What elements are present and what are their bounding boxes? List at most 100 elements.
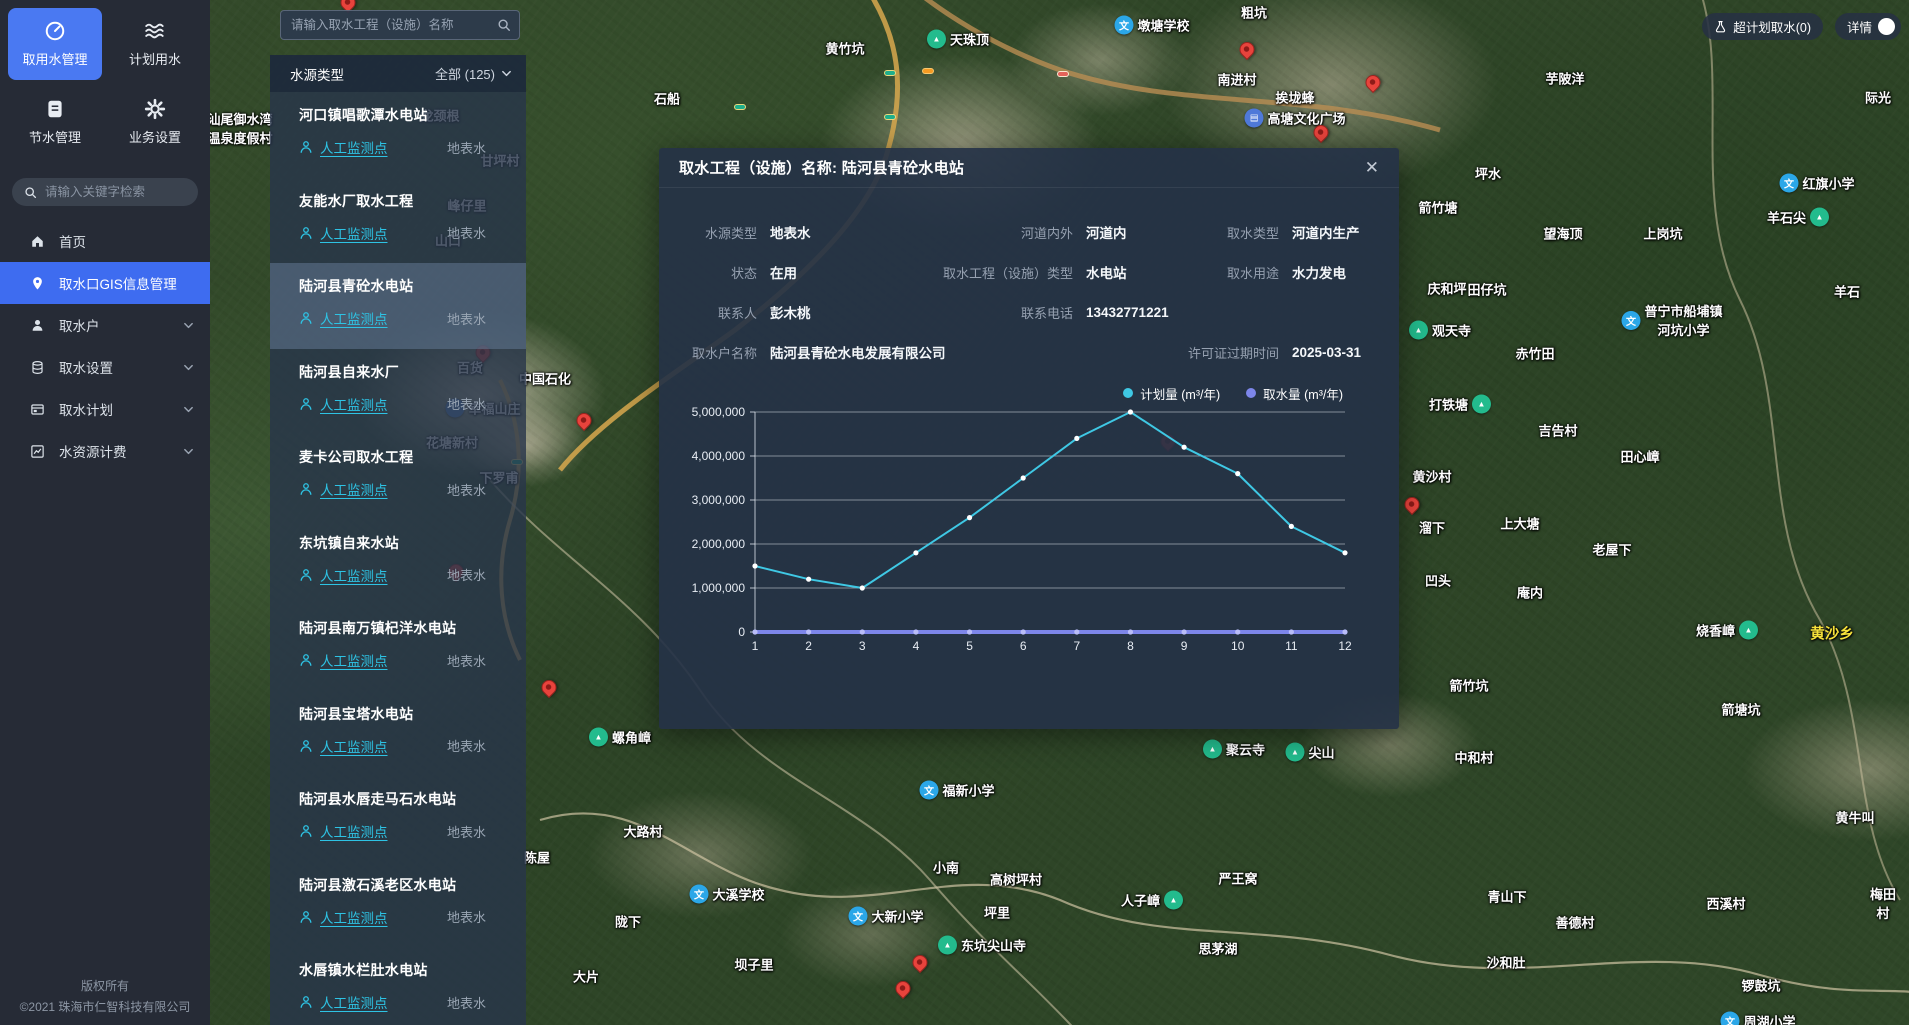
map-place-label: 望海顶 [1543,224,1582,243]
station-list-item[interactable]: 水唇镇水栏肚水电站 人工监测点 地表水 [270,947,526,1025]
nav-item-label: 取水计划 [59,399,113,419]
station-list-item[interactable]: 河口镇唱歌潭水电站 人工监测点 地表水 [270,92,526,178]
app-tile[interactable]: 业务设置 [108,86,202,158]
sidebar-nav-item[interactable]: 取水设置 [0,346,210,388]
copyright: 版权所有 ©2021 珠海市仁智科技有限公司 [0,976,210,1017]
station-list-item[interactable]: 陆河县激石溪老区水电站 人工监测点 地表水 [270,862,526,948]
station-list-item[interactable]: 陆河县水唇走马石水电站 人工监测点 地表水 [270,776,526,862]
plan-vs-intake-chart: 01,000,0002,000,0003,000,0004,000,0005,0… [659,402,1399,660]
sidebar-nav-item[interactable]: 取水口GIS信息管理 [0,262,210,304]
map-place-label: 粗坑 [1241,3,1267,22]
monitor-type: 人工监测点 [320,821,388,841]
chevron-down-icon [183,320,194,331]
sidebar: 取用水管理 计划用水 节水管理 业务设置 首页 取水口GIS信息管理 [0,0,210,1025]
map-place-name: 际光 [1865,88,1891,107]
modal-title: 取水工程（设施）名称: 陆河县青砼水电站 [679,157,964,178]
map-place-label: 高塘文化广场 [1244,109,1345,128]
map-place-label: 羊石尖 [1767,208,1829,227]
map-place-name: 福新小学 [942,781,994,800]
map-place-label: 箭塘坑 [1721,700,1760,719]
field-value: 陆河县青砼水电发展有限公司 [770,342,946,362]
map-place-name: 粗坑 [1241,3,1267,22]
station-name: 陆河县青砼水电站 [299,276,512,296]
water-source-type: 地表水 [447,565,486,584]
svg-text:3: 3 [859,639,866,653]
map-place-name: 高塘文化广场 [1267,109,1345,128]
chevron-down-icon [183,362,194,373]
sidebar-nav-item[interactable]: 取水计划 [0,388,210,430]
legend-item: 取水量 (m³/年) [1246,384,1343,403]
map-place-name: 望海顶 [1543,224,1582,243]
map-place-name: 黄牛叫 [1835,808,1874,827]
waves-icon [144,20,166,42]
toggle-knob[interactable] [1878,18,1895,35]
map-place-label: 箭竹坑 [1449,676,1488,695]
station-name: 陆河县激石溪老区水电站 [299,875,512,895]
station-name: 东坑镇自来水站 [299,533,512,553]
map-place-name: 小南 [933,858,959,877]
station-list-item[interactable]: 陆河县青砼水电站 人工监测点 地表水 [270,263,526,349]
station-list-item[interactable]: 陆河县宝塔水电站 人工监测点 地表水 [270,691,526,777]
chevron-down-icon [501,68,512,79]
water-source-type: 地表水 [447,480,486,499]
legend-label: 计划量 (m³/年) [1140,384,1220,403]
map-place-label: 吉告村 [1538,421,1577,440]
map-poi-icon [1720,1012,1739,1025]
water-source-type: 地表水 [447,138,486,157]
station-search[interactable] [280,10,520,40]
app-tile-label: 计划用水 [129,49,181,68]
filter-value: 全部 (125) [435,64,495,83]
map-place-label: 黄沙村 [1412,467,1451,486]
map-place-name: 箭竹坑 [1449,676,1488,695]
station-list-item[interactable]: 麦卡公司取水工程 人工监测点 地表水 [270,434,526,520]
map-place-label: 芋陂洋 [1545,69,1584,88]
map-place-name: 溜下 [1419,518,1445,537]
map-place-name: 螺角嶂 [612,728,651,747]
monitor-type: 人工监测点 [320,650,388,670]
detail-toggle[interactable]: 详情 [1835,13,1901,40]
svg-text:10: 10 [1231,639,1245,653]
gear-icon [144,98,166,120]
station-name: 陆河县南万镇杞洋水电站 [299,618,512,638]
over-plan-label: 超计划取水(0) [1733,17,1811,36]
close-icon[interactable]: ✕ [1365,159,1379,176]
chart-legend: 计划量 (m³/年) 取水量 (m³/年) [659,372,1399,402]
app-tile[interactable]: 计划用水 [108,8,202,80]
person-icon [299,995,313,1009]
station-list-item[interactable]: 东坑镇自来水站 人工监测点 地表水 [270,520,526,606]
map-place-name: 田心嶂 [1620,447,1659,466]
map-place-name: 石船 [654,89,680,108]
app-tile[interactable]: 取用水管理 [8,8,102,80]
search-icon[interactable] [497,18,511,32]
app-tile[interactable]: 节水管理 [8,86,102,158]
map-place-name: 南进村 [1217,70,1256,89]
sidebar-search[interactable] [12,178,198,206]
map-place-label: 墩塘学校 [1114,16,1189,35]
map-place-label: 田仔坑 [1467,280,1506,299]
map-place-name: 思茅湖 [1198,939,1237,958]
map-place-name: 大溪学校 [712,885,764,904]
map-place-label: 汕尾御水湾 温泉度假村 [207,109,272,147]
map-place-label: 善德村 [1555,913,1594,932]
water-source-type: 地表水 [447,309,486,328]
station-search-input[interactable] [291,18,497,32]
over-plan-button[interactable]: 超计划取水(0) [1702,13,1823,40]
station-list-item[interactable]: 陆河县自来水厂 人工监测点 地表水 [270,349,526,435]
map-place-label: 赤竹田 [1515,344,1554,363]
map-place-name: 老屋下 [1592,540,1631,559]
station-list-item[interactable]: 友能水厂取水工程 人工监测点 地表水 [270,178,526,264]
sidebar-search-input[interactable] [45,185,186,199]
station-list: 河口镇唱歌潭水电站 人工监测点 地表水 友能水厂取水工程 人工监测点 地表水 陆… [270,92,526,1025]
sidebar-nav-item[interactable]: 取水户 [0,304,210,346]
road-badge [1057,71,1069,77]
monitor-type: 人工监测点 [320,308,388,328]
map-place-label: 羊石 [1834,282,1860,301]
station-list-item[interactable]: 陆河县南万镇杞洋水电站 人工监测点 地表水 [270,605,526,691]
map-place-label: 东坑尖山寺 [938,936,1026,955]
sidebar-nav-item[interactable]: 水资源计费 [0,430,210,472]
map-poi-icon [927,30,946,49]
map-place-name: 黄沙乡 [1810,623,1854,644]
filter-dropdown[interactable]: 全部 (125) [435,64,512,83]
map-place-label: 庵内 [1517,583,1543,602]
sidebar-nav-item[interactable]: 首页 [0,220,210,262]
